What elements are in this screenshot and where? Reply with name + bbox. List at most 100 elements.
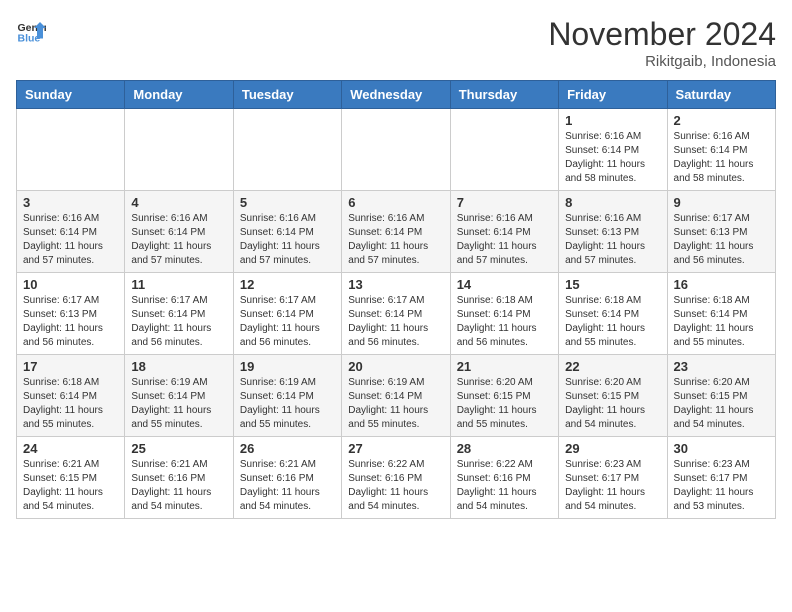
header-friday: Friday	[559, 81, 667, 109]
svg-text:Blue: Blue	[18, 33, 41, 45]
page-header: General Blue November 2024 Rikitgaib, In…	[16, 16, 776, 70]
day-number: 16	[674, 277, 769, 292]
week-row-5: 24 Sunrise: 6:21 AM Sunset: 6:15 PM Dayli…	[17, 437, 776, 519]
calendar-cell: 19 Sunrise: 6:19 AM Sunset: 6:14 PM Dayli…	[233, 355, 341, 437]
day-number: 10	[23, 277, 118, 292]
calendar-cell: 2 Sunrise: 6:16 AM Sunset: 6:14 PM Daylig…	[667, 109, 775, 191]
calendar-cell: 24 Sunrise: 6:21 AM Sunset: 6:15 PM Dayli…	[17, 437, 125, 519]
day-info: Sunrise: 6:16 AM Sunset: 6:14 PM Dayligh…	[565, 130, 660, 186]
day-info: Sunrise: 6:16 AM Sunset: 6:14 PM Dayligh…	[674, 130, 769, 186]
calendar-cell: 30Sunrise: 6:23 AM Sunset: 6:17 PM Dayli…	[667, 437, 775, 519]
logo: General Blue	[16, 16, 46, 46]
header-sunday: Sunday	[17, 81, 125, 109]
header-wednesday: Wednesday	[342, 81, 450, 109]
day-number: 24	[23, 441, 118, 456]
day-info: Sunrise: 6:19 AM Sunset: 6:14 PM Dayligh…	[131, 376, 226, 432]
calendar-cell: 13 Sunrise: 6:17 AM Sunset: 6:14 PM Dayli…	[342, 273, 450, 355]
day-number: 2	[674, 113, 769, 128]
day-info: Sunrise: 6:16 AM Sunset: 6:14 PM Dayligh…	[348, 212, 443, 268]
calendar-cell: 14 Sunrise: 6:18 AM Sunset: 6:14 PM Dayli…	[450, 273, 558, 355]
week-row-3: 10Sunrise: 6:17 AM Sunset: 6:13 PM Dayli…	[17, 273, 776, 355]
day-number: 6	[348, 195, 443, 210]
day-number: 30	[674, 441, 769, 456]
day-number: 11	[131, 277, 226, 292]
day-info: Sunrise: 6:21 AM Sunset: 6:16 PM Dayligh…	[131, 458, 226, 514]
day-number: 28	[457, 441, 552, 456]
day-number: 4	[131, 195, 226, 210]
day-number: 15	[565, 277, 660, 292]
calendar-table: SundayMondayTuesdayWednesdayThursdayFrid…	[16, 80, 776, 519]
month-title: November 2024	[548, 16, 776, 53]
day-number: 18	[131, 359, 226, 374]
calendar-cell: 12Sunrise: 6:17 AM Sunset: 6:14 PM Dayli…	[233, 273, 341, 355]
week-row-1: 1Sunrise: 6:16 AM Sunset: 6:14 PM Daylig…	[17, 109, 776, 191]
day-info: Sunrise: 6:21 AM Sunset: 6:16 PM Dayligh…	[240, 458, 335, 514]
day-info: Sunrise: 6:18 AM Sunset: 6:14 PM Dayligh…	[565, 294, 660, 350]
week-row-4: 17 Sunrise: 6:18 AM Sunset: 6:14 PM Dayli…	[17, 355, 776, 437]
day-info: Sunrise: 6:16 AM Sunset: 6:14 PM Dayligh…	[240, 212, 335, 268]
day-info: Sunrise: 6:23 AM Sunset: 6:17 PM Dayligh…	[565, 458, 660, 514]
calendar-cell: 26 Sunrise: 6:21 AM Sunset: 6:16 PM Dayli…	[233, 437, 341, 519]
day-number: 27	[348, 441, 443, 456]
day-number: 14	[457, 277, 552, 292]
day-info: Sunrise: 6:19 AM Sunset: 6:14 PM Dayligh…	[348, 376, 443, 432]
day-number: 12	[240, 277, 335, 292]
header-tuesday: Tuesday	[233, 81, 341, 109]
location-subtitle: Rikitgaib, Indonesia	[548, 53, 776, 70]
day-info: Sunrise: 6:17 AM Sunset: 6:13 PM Dayligh…	[674, 212, 769, 268]
day-info: Sunrise: 6:16 AM Sunset: 6:14 PM Dayligh…	[457, 212, 552, 268]
calendar-cell: 4 Sunrise: 6:16 AM Sunset: 6:14 PM Daylig…	[125, 191, 233, 273]
calendar-cell: 27 Sunrise: 6:22 AM Sunset: 6:16 PM Dayli…	[342, 437, 450, 519]
day-number: 26	[240, 441, 335, 456]
day-info: Sunrise: 6:20 AM Sunset: 6:15 PM Dayligh…	[457, 376, 552, 432]
title-block: November 2024 Rikitgaib, Indonesia	[548, 16, 776, 70]
calendar-cell	[342, 109, 450, 191]
calendar-cell: 15 Sunrise: 6:18 AM Sunset: 6:14 PM Dayli…	[559, 273, 667, 355]
calendar-cell: 20 Sunrise: 6:19 AM Sunset: 6:14 PM Dayli…	[342, 355, 450, 437]
calendar-cell: 10Sunrise: 6:17 AM Sunset: 6:13 PM Dayli…	[17, 273, 125, 355]
day-number: 13	[348, 277, 443, 292]
calendar-cell: 18 Sunrise: 6:19 AM Sunset: 6:14 PM Dayli…	[125, 355, 233, 437]
day-info: Sunrise: 6:16 AM Sunset: 6:14 PM Dayligh…	[131, 212, 226, 268]
calendar-cell: 22Sunrise: 6:20 AM Sunset: 6:15 PM Dayli…	[559, 355, 667, 437]
calendar-cell: 17 Sunrise: 6:18 AM Sunset: 6:14 PM Dayli…	[17, 355, 125, 437]
calendar-cell: 5Sunrise: 6:16 AM Sunset: 6:14 PM Daylig…	[233, 191, 341, 273]
day-info: Sunrise: 6:22 AM Sunset: 6:16 PM Dayligh…	[348, 458, 443, 514]
calendar-body: 1Sunrise: 6:16 AM Sunset: 6:14 PM Daylig…	[17, 109, 776, 519]
calendar-cell: 23 Sunrise: 6:20 AM Sunset: 6:15 PM Dayli…	[667, 355, 775, 437]
day-number: 17	[23, 359, 118, 374]
day-info: Sunrise: 6:22 AM Sunset: 6:16 PM Dayligh…	[457, 458, 552, 514]
day-number: 19	[240, 359, 335, 374]
logo-icon: General Blue	[16, 16, 46, 46]
day-info: Sunrise: 6:17 AM Sunset: 6:14 PM Dayligh…	[131, 294, 226, 350]
day-info: Sunrise: 6:18 AM Sunset: 6:14 PM Dayligh…	[457, 294, 552, 350]
calendar-cell	[233, 109, 341, 191]
day-number: 21	[457, 359, 552, 374]
day-number: 7	[457, 195, 552, 210]
day-number: 8	[565, 195, 660, 210]
day-number: 25	[131, 441, 226, 456]
calendar-cell: 9 Sunrise: 6:17 AM Sunset: 6:13 PM Daylig…	[667, 191, 775, 273]
day-info: Sunrise: 6:19 AM Sunset: 6:14 PM Dayligh…	[240, 376, 335, 432]
header-saturday: Saturday	[667, 81, 775, 109]
calendar-cell: 6 Sunrise: 6:16 AM Sunset: 6:14 PM Daylig…	[342, 191, 450, 273]
day-info: Sunrise: 6:21 AM Sunset: 6:15 PM Dayligh…	[23, 458, 118, 514]
day-number: 3	[23, 195, 118, 210]
day-number: 29	[565, 441, 660, 456]
day-number: 9	[674, 195, 769, 210]
day-info: Sunrise: 6:20 AM Sunset: 6:15 PM Dayligh…	[674, 376, 769, 432]
calendar-cell	[125, 109, 233, 191]
day-number: 23	[674, 359, 769, 374]
day-number: 22	[565, 359, 660, 374]
calendar-cell: 25 Sunrise: 6:21 AM Sunset: 6:16 PM Dayli…	[125, 437, 233, 519]
calendar-cell: 21 Sunrise: 6:20 AM Sunset: 6:15 PM Dayli…	[450, 355, 558, 437]
calendar-cell: 7 Sunrise: 6:16 AM Sunset: 6:14 PM Daylig…	[450, 191, 558, 273]
calendar-cell: 8Sunrise: 6:16 AM Sunset: 6:13 PM Daylig…	[559, 191, 667, 273]
day-info: Sunrise: 6:18 AM Sunset: 6:14 PM Dayligh…	[23, 376, 118, 432]
week-row-2: 3 Sunrise: 6:16 AM Sunset: 6:14 PM Daylig…	[17, 191, 776, 273]
day-number: 20	[348, 359, 443, 374]
day-info: Sunrise: 6:17 AM Sunset: 6:14 PM Dayligh…	[348, 294, 443, 350]
day-info: Sunrise: 6:18 AM Sunset: 6:14 PM Dayligh…	[674, 294, 769, 350]
calendar-cell: 3Sunrise: 6:16 AM Sunset: 6:14 PM Daylig…	[17, 191, 125, 273]
calendar-cell: 29 Sunrise: 6:23 AM Sunset: 6:17 PM Dayli…	[559, 437, 667, 519]
